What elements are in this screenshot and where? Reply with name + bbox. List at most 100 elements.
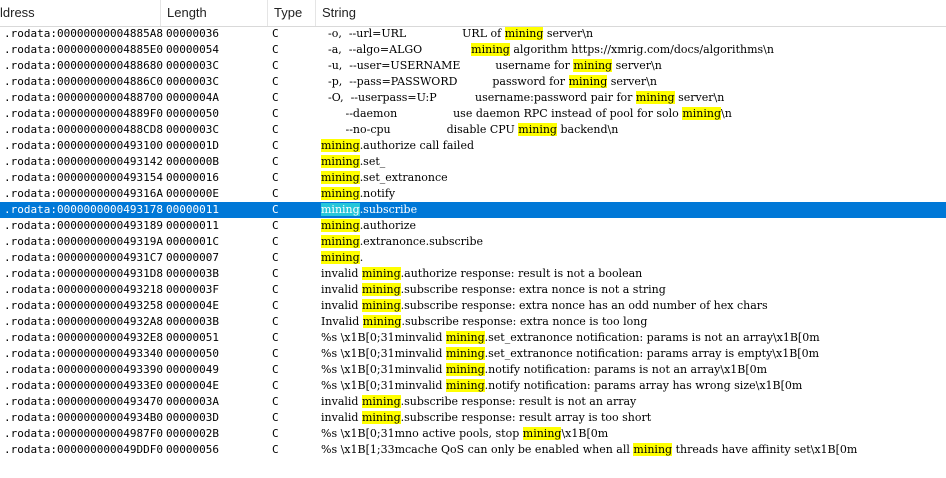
row-string: mining.authorize call failed [321, 139, 475, 152]
row-type: C [272, 267, 279, 280]
table-row[interactable]: .rodata:0000000000493154 00000016 Cmining.… [0, 170, 946, 186]
row-type: C [272, 395, 279, 408]
row-length: 0000003A [166, 395, 219, 408]
search-highlight: mining [361, 411, 401, 424]
row-address: .rodata:0000000000493340 [4, 347, 163, 360]
table-row[interactable]: .rodata:0000000000493100 0000001D Cmining.… [0, 138, 946, 154]
table-row[interactable]: .rodata:000000000049DDF0 00000056 C %s \x1B… [0, 442, 946, 458]
row-type: C [272, 187, 279, 200]
row-address: .rodata:00000000004885A8 [4, 27, 163, 40]
row-string: invalid mining.subscribe response: resul… [321, 411, 652, 424]
table-row[interactable]: .rodata:000000000049319A 0000001C Cmining.… [0, 234, 946, 250]
row-address: .rodata:0000000000493154 [4, 171, 163, 184]
row-string: invalid mining.subscribe response: resul… [321, 395, 637, 408]
table-row[interactable]: .rodata:00000000004885A8 00000036 C -o, --… [0, 26, 946, 42]
row-string: %s \x1B[0;31minvalid mining.set_extranon… [321, 331, 820, 344]
row-address: .rodata:00000000004987F0 [4, 427, 163, 440]
search-highlight: mining [635, 91, 675, 104]
table-row[interactable]: .rodata:0000000000488700 0000004A C -O, --… [0, 90, 946, 106]
search-highlight: mining [321, 219, 360, 232]
row-string: --daemon use daemon RPC instead of pool … [321, 107, 732, 120]
row-string: invalid mining.authorize response: resul… [321, 267, 643, 280]
column-header-length[interactable]: Length [161, 0, 268, 26]
row-address: .rodata:00000000004931C7 [4, 251, 163, 264]
row-address: .rodata:00000000004931D8 [4, 267, 163, 280]
search-highlight: mining [568, 75, 608, 88]
row-string: %s \x1B[0;31minvalid mining.notify notif… [321, 379, 803, 392]
row-length: 0000004A [166, 91, 219, 104]
search-highlight: mining [361, 395, 401, 408]
table-row[interactable]: .rodata:00000000004932E8 00000051 C %s \x1B… [0, 330, 946, 346]
row-address: .rodata:0000000000493100 [4, 139, 163, 152]
table-row[interactable]: .rodata:0000000000488680 0000003C C -u, --… [0, 58, 946, 74]
row-length: 0000000E [166, 187, 219, 200]
row-type: C [272, 203, 279, 216]
row-address: .rodata:00000000004933E0 [4, 379, 163, 392]
search-highlight: mining [321, 155, 360, 168]
row-length: 00000050 [166, 107, 219, 120]
row-type: C [272, 363, 279, 376]
search-highlight: mining [321, 203, 360, 216]
table-row[interactable]: .rodata:00000000004886C0 0000003C C -p, --… [0, 74, 946, 90]
row-type: C [272, 107, 279, 120]
search-highlight: mining [445, 379, 485, 392]
row-length: 00000007 [166, 251, 219, 264]
row-string: -u, --user=USERNAME username for mining … [321, 59, 662, 72]
row-address: .rodata:0000000000488CD8 [4, 123, 163, 136]
row-type: C [272, 347, 279, 360]
row-length: 0000003D [166, 411, 219, 424]
row-address: .rodata:0000000000493258 [4, 299, 163, 312]
table-row[interactable]: .rodata:00000000004933E0 0000004E C %s \x1B… [0, 378, 946, 394]
table-row[interactable]: .rodata:00000000004932A8 0000003B C Invalid… [0, 314, 946, 330]
row-type: C [272, 315, 279, 328]
column-header-string[interactable]: String [316, 0, 946, 26]
column-header-bar: ldress Length Type String [0, 0, 946, 27]
row-string: mining.set_extranonce [321, 171, 448, 184]
table-row[interactable]: .rodata:00000000004934B0 0000003D Cinvalid… [0, 410, 946, 426]
table-row[interactable]: .rodata:0000000000488CD8 0000003C C --no-c… [0, 122, 946, 138]
table-row[interactable]: .rodata:00000000004931D8 0000003B Cinvalid… [0, 266, 946, 282]
table-row[interactable]: .rodata:0000000000493218 0000003F Cinvalid… [0, 282, 946, 298]
search-highlight: mining [573, 59, 613, 72]
row-string: mining.subscribe [321, 203, 418, 216]
search-highlight: mining [321, 187, 360, 200]
table-row[interactable]: .rodata:00000000004987F0 0000002B C %s \x1B… [0, 426, 946, 442]
table-row[interactable]: .rodata:0000000000493142 0000000B Cmining.… [0, 154, 946, 170]
search-highlight: mining [445, 363, 485, 376]
row-string: Invalid mining.subscribe response: extra… [321, 315, 648, 328]
row-length: 0000004E [166, 299, 219, 312]
row-string: --no-cpu disable CPU mining backend\n [321, 123, 619, 136]
table-row[interactable]: .rodata:00000000004931C7 00000007 Cmining. [0, 250, 946, 266]
table-row[interactable]: .rodata:0000000000493340 00000050 C %s \x1B… [0, 346, 946, 362]
row-type: C [272, 331, 279, 344]
row-type: C [272, 139, 279, 152]
table-row[interactable]: .rodata:0000000000493390 00000049 C %s \x1B… [0, 362, 946, 378]
search-highlight: mining [321, 251, 360, 264]
row-address: .rodata:0000000000493470 [4, 395, 163, 408]
row-length: 0000003F [166, 283, 219, 296]
table-row[interactable]: .rodata:00000000004889F0 00000050 C --daem… [0, 106, 946, 122]
search-highlight: mining [518, 123, 557, 136]
row-type: C [272, 427, 279, 440]
search-highlight: mining [361, 299, 401, 312]
column-header-type[interactable]: Type [268, 0, 316, 26]
search-highlight: mining [321, 235, 360, 248]
search-highlight: mining [321, 171, 360, 184]
row-address: .rodata:00000000004886C0 [4, 75, 163, 88]
row-address: .rodata:0000000000488680 [4, 59, 163, 72]
row-length: 0000003C [166, 59, 219, 72]
search-highlight: mining [362, 315, 402, 328]
table-row[interactable]: .rodata:000000000049316A 0000000E Cmining.… [0, 186, 946, 202]
table-row[interactable]: .rodata:0000000000493189 00000011 Cmining.… [0, 218, 946, 234]
column-header-address[interactable]: ldress [0, 0, 161, 26]
search-highlight: mining [471, 43, 510, 56]
row-length: 0000000B [166, 155, 219, 168]
table-row[interactable]: .rodata:0000000000493470 0000003A Cinvalid… [0, 394, 946, 410]
row-type: C [272, 171, 279, 184]
row-address: .rodata:0000000000493178 [4, 203, 163, 216]
table-row[interactable]: .rodata:00000000004885E0 00000054 C -a, --… [0, 42, 946, 58]
table-row[interactable]: .rodata:0000000000493178 00000011 Cmining.… [0, 202, 946, 218]
row-length: 00000050 [166, 347, 219, 360]
row-length: 0000003B [166, 267, 219, 280]
table-row[interactable]: .rodata:0000000000493258 0000004E Cinvalid… [0, 298, 946, 314]
